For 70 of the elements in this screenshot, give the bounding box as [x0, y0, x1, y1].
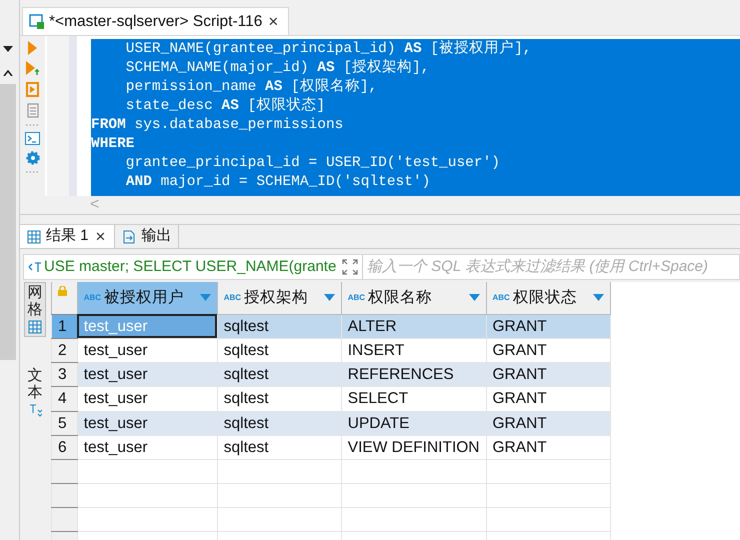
code-line: WHERE [91, 135, 136, 154]
code-line: AND major_id = SCHEMA_ID('sqltest') [124, 173, 432, 192]
table-cell: UPDATE [341, 411, 486, 436]
type-icon: ABC [84, 292, 102, 304]
grid-icon [27, 230, 41, 244]
table-cell: ALTER [341, 314, 486, 338]
code-line: FROM sys.database_permissions [91, 116, 344, 135]
dropdown-icon[interactable] [200, 294, 211, 302]
scrollbar[interactable] [0, 84, 16, 360]
code-line: permission_name AS [权限名称], [124, 78, 378, 97]
table-cell: SELECT [341, 386, 486, 411]
run-add-icon[interactable] [26, 61, 39, 76]
table-cell: sqltest [217, 362, 342, 387]
code-line: state_desc AS [权限状态] [124, 97, 326, 116]
text-icon [28, 403, 42, 417]
row-number[interactable]: 5 [52, 411, 78, 436]
code-line: SCHEMA_NAME(major_id) AS [授权架构], [124, 59, 430, 78]
run-icon[interactable] [28, 41, 37, 55]
tab-title: *<master-sqlserver> Script-116 [49, 12, 262, 32]
document-icon[interactable] [26, 103, 38, 118]
dropdown-icon[interactable] [468, 294, 480, 302]
grid-icon [28, 320, 42, 334]
table-cell: test_user [77, 314, 218, 338]
table-cell: test_user [77, 362, 218, 387]
text-filter-icon [28, 261, 42, 273]
table-cell: GRANT [486, 386, 610, 411]
dropdown-icon[interactable] [324, 294, 335, 302]
type-icon: ABC [224, 292, 242, 304]
table-cell: GRANT [486, 435, 610, 460]
table-cell: sqltest [217, 411, 342, 436]
terminal-icon[interactable] [25, 132, 40, 145]
view-tab[interactable]: 文本 [24, 365, 46, 420]
row-number[interactable]: 1 [52, 314, 78, 338]
table-cell: GRANT [486, 362, 610, 387]
lock-icon [58, 286, 67, 296]
table-cell: GRANT [486, 314, 610, 338]
row-number[interactable]: 2 [52, 338, 78, 362]
type-icon: ABC [492, 292, 510, 304]
expand-icon[interactable] [342, 259, 358, 275]
close-button[interactable]: × [266, 13, 280, 30]
caret-down-icon[interactable] [3, 46, 13, 52]
result-tab[interactable]: 结果 1 × [20, 225, 116, 248]
code-line: USER_NAME(grantee_principal_id) AS [被授权用户], [124, 40, 532, 59]
table-cell: sqltest [217, 314, 342, 338]
code-selection[interactable] [91, 39, 740, 196]
table-cell: REFERENCES [341, 362, 486, 387]
script-run-icon[interactable] [26, 82, 39, 97]
table-cell: test_user [77, 435, 218, 460]
script-icon [29, 14, 45, 30]
caret-up-icon[interactable] [3, 70, 13, 76]
query-text: USE master; SELECT USER_NAME(grante [43, 256, 338, 277]
view-tab[interactable]: 网格 [24, 282, 46, 337]
table-cell: test_user [77, 411, 218, 436]
row-number[interactable]: 4 [52, 386, 78, 411]
table-cell: test_user [77, 386, 218, 411]
close-button[interactable]: × [94, 228, 108, 245]
table-cell: sqltest [217, 386, 342, 411]
type-icon: ABC [348, 292, 366, 304]
editor-tab[interactable]: *<master-sqlserver> Script-116 × [22, 7, 290, 35]
table-cell: GRANT [486, 411, 610, 436]
separator-icon [26, 124, 40, 126]
dropdown-icon[interactable] [592, 294, 604, 302]
table-cell: VIEW DEFINITION [341, 435, 486, 460]
export-icon [122, 230, 136, 244]
row-number[interactable]: 6 [52, 435, 78, 460]
settings-icon[interactable] [26, 151, 40, 165]
code-line: grantee_principal_id = USER_ID('test_user') [124, 154, 501, 173]
table-cell: sqltest [217, 435, 342, 460]
separator-icon [26, 171, 40, 173]
row-number[interactable]: 3 [52, 362, 78, 387]
